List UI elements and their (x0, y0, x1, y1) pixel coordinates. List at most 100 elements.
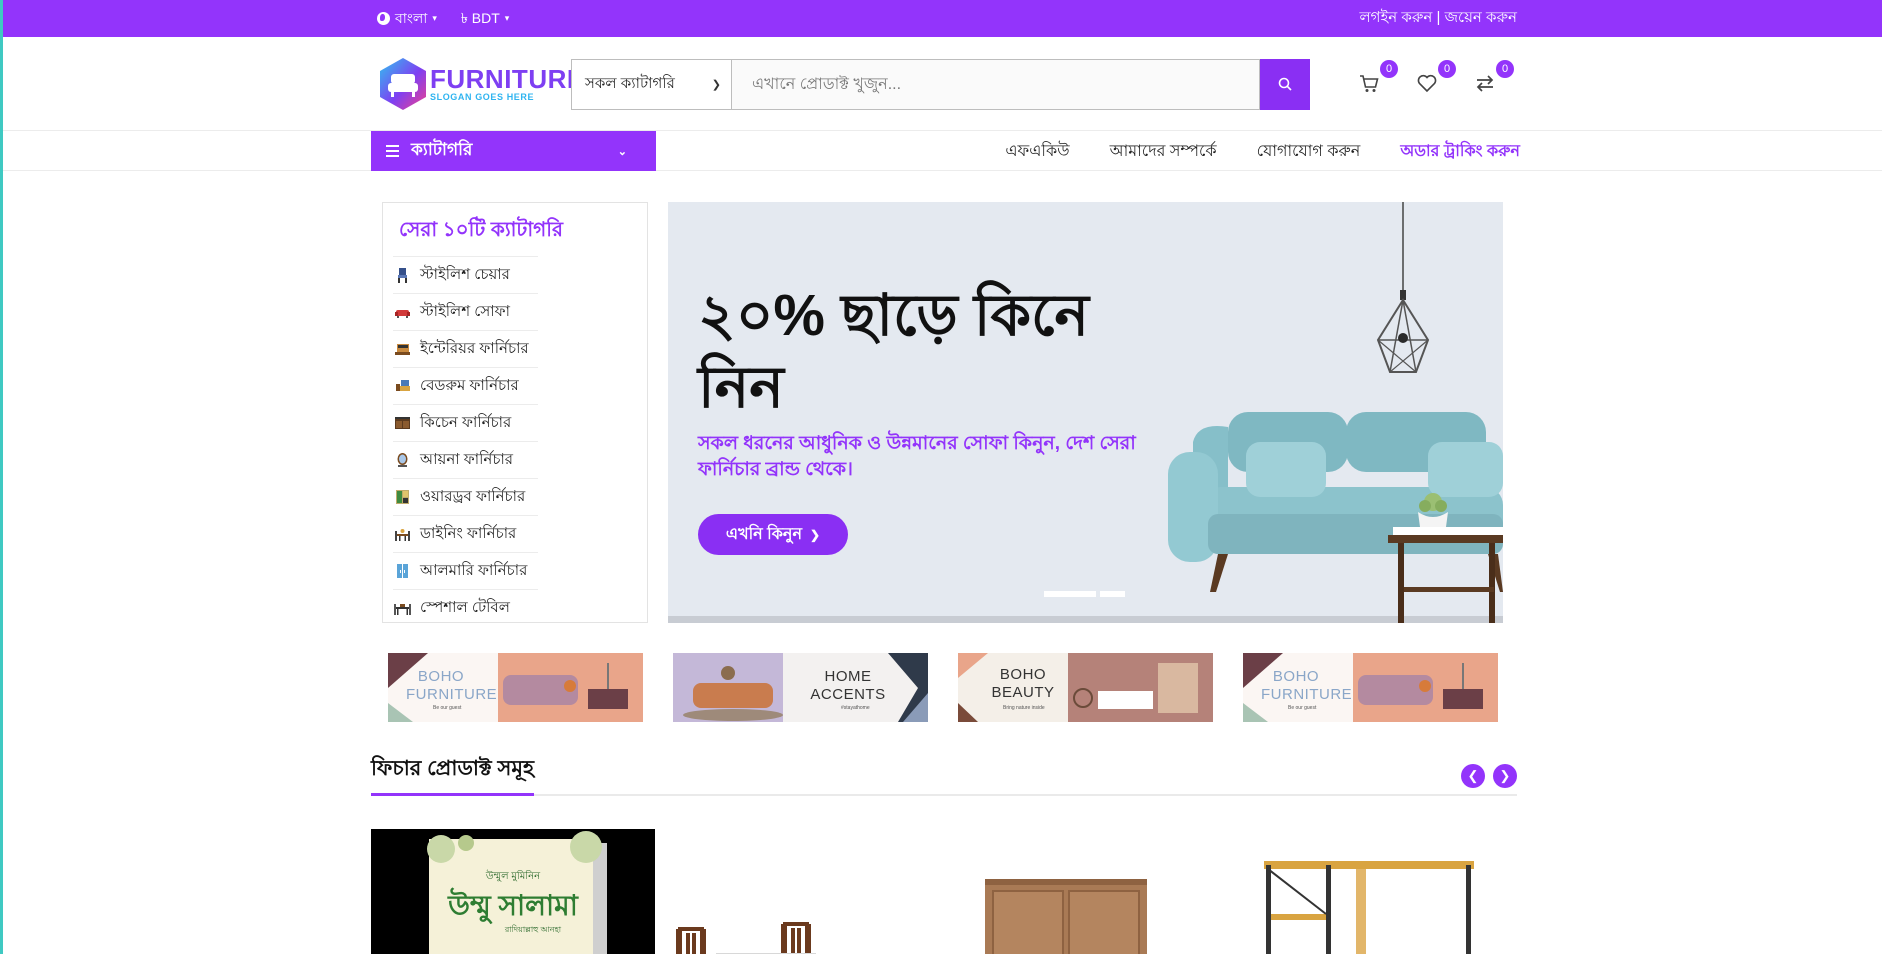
search-category-value: সকল ক্যাটাগরি (585, 74, 675, 92)
wardrobe-icon (396, 490, 409, 504)
register-link[interactable]: জয়েন করুন (1445, 9, 1517, 26)
category-item-label: ওয়ারড্রব ফার্নিচার (420, 487, 526, 505)
search-icon (1278, 77, 1292, 91)
category-item-dining[interactable]: ডাইনিং ফার্নিচার (393, 515, 538, 552)
promo-banner-boho-furniture-2[interactable]: BOHO FURNITURE Be our guest (1243, 653, 1498, 722)
hero-banner: ২০% ছাড়ে কিনে নিন সকল ধরনের আধুনিক ও উন… (668, 202, 1503, 623)
main-nav: ক্যাটাগরি ⌄ এফএকিউ আমাদের সম্পর্কে যোগায… (0, 131, 1882, 171)
logo-brand-text: FURNITURE (430, 64, 585, 94)
chevron-down-icon: ❯ (711, 78, 721, 91)
promo-small-text: #stayathome (841, 705, 870, 711)
chair-icon (398, 268, 407, 283)
carousel-arrows: ❮ ❯ (1461, 764, 1517, 794)
promo-title-line1: BOHO (417, 668, 465, 685)
shop-now-button[interactable]: এখনি কিনুন ❯ (698, 514, 848, 555)
nav-link-faq[interactable]: এফএকিউ (1005, 138, 1069, 165)
shelf-product-image (1264, 861, 1474, 954)
sofa-illustration (1168, 412, 1503, 623)
top-categories-panel: সেরা ১০টি ক্যাটাগরি স্টাইলিশ চেয়ার স্টা… (382, 202, 648, 623)
product-card-wardrobe[interactable] (941, 829, 1225, 954)
dining-icon (395, 529, 410, 541)
category-item-label: স্টাইলিশ সোফা (420, 302, 510, 320)
nav-link-order-tracking[interactable]: অডার ট্রাকিং করুন (1400, 138, 1520, 165)
category-item-mirror[interactable]: আয়না ফার্নিচার (393, 441, 538, 478)
promo-banner-boho-furniture[interactable]: BOHO FURNITURE Be our guest (388, 653, 643, 722)
promo-title-line1: BOHO (999, 666, 1047, 683)
category-menu-button[interactable]: ক্যাটাগরি ⌄ (371, 131, 656, 171)
carousel-next-button[interactable]: ❯ (1493, 764, 1517, 788)
promo-banner-home-accents[interactable]: HOME ACCENTS #stayathome (673, 653, 928, 722)
chevron-right-icon: ❯ (810, 527, 821, 542)
category-item-interior[interactable]: ইন্টেরিয়র ফার্নিচার (393, 330, 538, 367)
account-links: লগইন করুন | জয়েন করুন (1359, 6, 1517, 31)
compare-arrows-icon (1476, 75, 1494, 92)
category-item-label: স্পেশাল টেবিল (420, 598, 510, 616)
search-bar: সকল ক্যাটাগরি ❯ এখানে প্রোডাক্ট খুজুন... (571, 58, 1310, 110)
promo-small-text: Bring nature inside (1003, 705, 1045, 711)
window-left-edge (0, 0, 3, 954)
logo-mark-icon (377, 56, 429, 112)
compare-button[interactable]: 0 (1474, 60, 1514, 96)
heart-icon (1417, 74, 1437, 93)
nav-links: এফএকিউ আমাদের সম্পর্কে যোগাযোগ করুন অডার… (1005, 131, 1520, 171)
interior-icon (395, 344, 410, 355)
nav-link-about[interactable]: আমাদের সম্পর্কে (1110, 138, 1217, 165)
wishlist-count-badge: 0 (1438, 60, 1456, 78)
search-button[interactable] (1260, 58, 1310, 110)
top-bar: বাংলা ▾ ৳ BDT ▾ লগইন করুন | জয়েন করুন (0, 0, 1882, 37)
category-item-almirah[interactable]: আলমারি ফার্নিচার (393, 552, 538, 589)
category-item-kitchen[interactable]: কিচেন ফার্নিচার (393, 404, 538, 441)
promo-title-line2: FURNITURE (1261, 686, 1353, 703)
promo-banners: BOHO FURNITURE Be our guest HOME ACCENTS… (388, 653, 1517, 722)
category-item-label: কিচেন ফার্নিচার (420, 413, 512, 431)
promo-title-line1: HOME (824, 668, 872, 685)
nav-link-contact[interactable]: যোগাযোগ করুন (1257, 138, 1361, 165)
category-item-chair[interactable]: স্টাইলিশ চেয়ার (393, 256, 538, 293)
language-label: বাংলা (395, 9, 428, 26)
table-icon (394, 604, 411, 615)
pendant-lamp-illustration (1376, 202, 1430, 373)
featured-products-title: ফিচার প্রোডাক্ট সমূহ (371, 752, 535, 796)
login-link[interactable]: লগইন করুন (1359, 9, 1432, 26)
product-card-shelf[interactable] (1226, 829, 1510, 954)
language-dropdown[interactable]: বাংলা ▾ (377, 7, 437, 31)
wishlist-button[interactable]: 0 (1416, 60, 1456, 96)
account-separator: | (1436, 9, 1441, 26)
category-item-bedroom[interactable]: বেডরুম ফার্নিচার (393, 367, 538, 404)
product-card-dining-chairs[interactable] (656, 829, 940, 954)
product-card-book[interactable]: উম্মুল মুমিনিন উম্মু সালামা রাদিয়াল্লাহ… (371, 829, 655, 954)
chevron-down-icon: ⌄ (617, 145, 627, 158)
cart-icon (1360, 75, 1379, 92)
hamburger-icon (386, 142, 399, 160)
category-item-label: বেডরুম ফার্নিচার (420, 376, 519, 394)
mirror-icon (397, 453, 408, 467)
compare-count-badge: 0 (1496, 60, 1514, 78)
wardrobe-product-image (985, 879, 1147, 954)
shop-now-label: এখনি কিনুন (725, 526, 803, 543)
chevron-down-icon: ▾ (504, 13, 510, 23)
category-item-label: আয়না ফার্নিচার (420, 450, 514, 468)
promo-small-text: Be our guest (1288, 705, 1317, 711)
cart-button[interactable]: 0 (1358, 60, 1398, 96)
chevron-down-icon: ▾ (432, 13, 437, 23)
category-item-table[interactable]: স্পেশাল টেবিল (393, 589, 538, 626)
promo-banner-boho-beauty[interactable]: BOHO BEAUTY Bring nature inside (958, 653, 1213, 722)
top-categories-title: সেরা ১০টি ক্যাটাগরি (399, 219, 563, 241)
chevron-left-icon: ❮ (1467, 768, 1479, 783)
carousel-prev-button[interactable]: ❮ (1461, 764, 1485, 788)
currency-dropdown[interactable]: ৳ BDT ▾ (461, 7, 509, 31)
promo-small-text: Be our guest (433, 705, 462, 711)
search-input[interactable]: এখানে প্রোডাক্ট খুজুন... (731, 58, 1260, 110)
category-item-wardrobe[interactable]: ওয়ারড্রব ফার্নিচার (393, 478, 538, 515)
promo-title-line1: BOHO (1272, 668, 1320, 685)
search-category-select[interactable]: সকল ক্যাটাগরি ❯ (571, 58, 731, 110)
category-item-label: আলমারি ফার্নিচার (420, 561, 528, 579)
search-placeholder: এখানে প্রোডাক্ট খুজুন... (752, 75, 902, 93)
main-content: সেরা ১০টি ক্যাটাগরি স্টাইলিশ চেয়ার স্টা… (371, 202, 1517, 954)
site-logo[interactable]: FURNITURE SLOGAN GOES HERE (377, 56, 584, 112)
bedroom-icon (396, 380, 410, 391)
category-menu-label: ক্যাটাগরি (411, 140, 473, 159)
category-item-label: ইন্টেরিয়র ফার্নিচার (420, 339, 529, 357)
promo-title-line2: BEAUTY (991, 684, 1055, 701)
category-item-sofa[interactable]: স্টাইলিশ সোফা (393, 293, 538, 330)
